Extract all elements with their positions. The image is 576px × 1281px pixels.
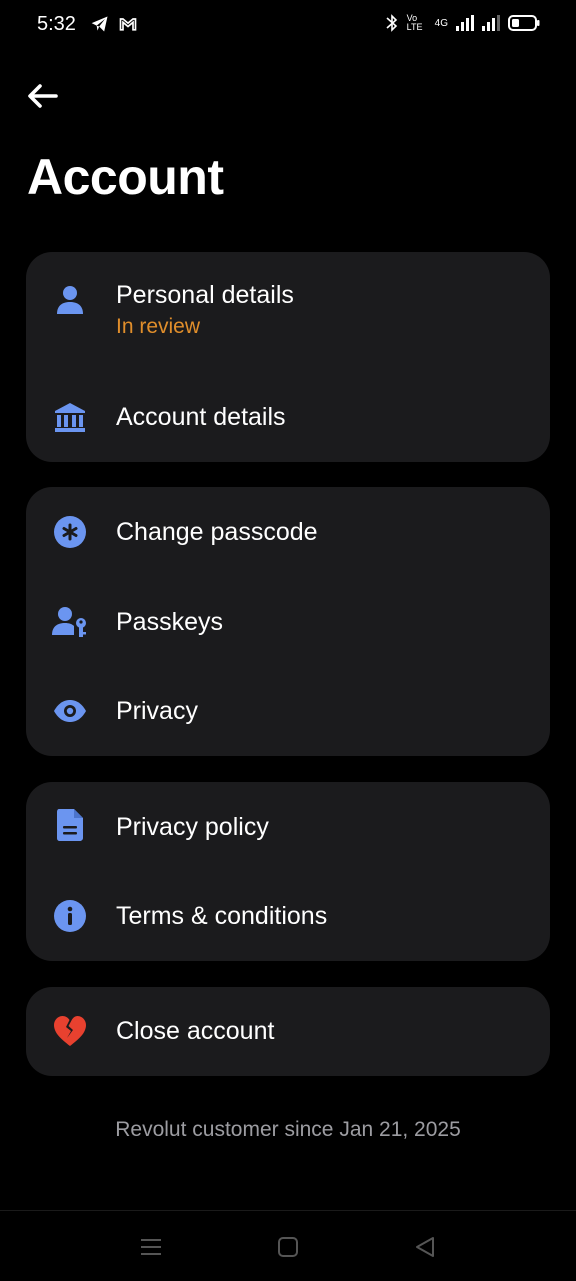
bank-icon <box>52 399 88 435</box>
bluetooth-icon <box>386 14 397 32</box>
telegram-icon <box>91 16 108 32</box>
status-bar: 5:32 Vo LTE 4G <box>0 0 576 50</box>
asterisk-icon <box>52 514 88 550</box>
volte-badge: Vo LTE <box>406 13 423 32</box>
back-button[interactable] <box>24 78 60 114</box>
row-label: Change passcode <box>116 518 318 546</box>
row-label: Terms & conditions <box>116 902 328 930</box>
document-icon <box>52 807 88 843</box>
home-square-icon <box>278 1237 298 1257</box>
card-close-account-group: Close account <box>26 987 550 1076</box>
row-passkeys[interactable]: Passkeys <box>26 607 550 647</box>
row-personal-details[interactable]: Personal details In review <box>26 280 550 360</box>
gmail-icon <box>119 18 137 31</box>
nav-back-button[interactable] <box>411 1233 439 1261</box>
customer-since-note: Revolut customer since Jan 21, 2025 <box>115 1118 461 1141</box>
menu-icon <box>141 1239 161 1255</box>
card-profile-group: Personal details In review Account detai… <box>26 252 550 462</box>
arrow-left-icon <box>28 84 58 108</box>
page-title: Account <box>27 149 224 205</box>
eye-icon <box>52 693 88 729</box>
card-legal-group: Privacy policy Terms & conditions <box>26 782 550 961</box>
row-label: Close account <box>116 1017 275 1045</box>
info-icon <box>52 898 88 934</box>
row-privacy-policy[interactable]: Privacy policy <box>26 809 550 852</box>
row-change-passcode[interactable]: Change passcode <box>26 514 550 557</box>
status-time: 5:32 <box>37 13 76 35</box>
row-label: Personal details <box>116 281 294 309</box>
signal-strength-icon-2 <box>482 15 500 31</box>
battery-icon <box>508 15 540 31</box>
row-label: Privacy <box>116 697 198 725</box>
nav-menu-button[interactable] <box>137 1233 165 1261</box>
system-nav-bar <box>0 1210 576 1281</box>
row-close-account[interactable]: Close account <box>26 1016 550 1056</box>
person-icon <box>52 281 88 317</box>
row-label: Passkeys <box>116 608 223 636</box>
network-type: 4G <box>434 17 448 29</box>
broken-heart-icon <box>52 1013 88 1049</box>
row-privacy[interactable]: Privacy <box>26 696 550 736</box>
row-account-details[interactable]: Account details <box>26 402 550 442</box>
status-badge: In review <box>116 315 201 338</box>
back-triangle-icon <box>416 1237 434 1257</box>
signal-strength-icon <box>456 15 474 31</box>
status-notification-icons <box>90 14 138 34</box>
row-label: Privacy policy <box>116 813 269 841</box>
nav-home-button[interactable] <box>274 1233 302 1261</box>
row-terms-conditions[interactable]: Terms & conditions <box>26 898 550 941</box>
passkey-icon <box>52 604 88 640</box>
card-security-group: Change passcode Passkeys Privacy <box>26 487 550 756</box>
status-system-icons: Vo LTE 4G <box>385 13 540 33</box>
row-label: Account details <box>116 403 286 431</box>
